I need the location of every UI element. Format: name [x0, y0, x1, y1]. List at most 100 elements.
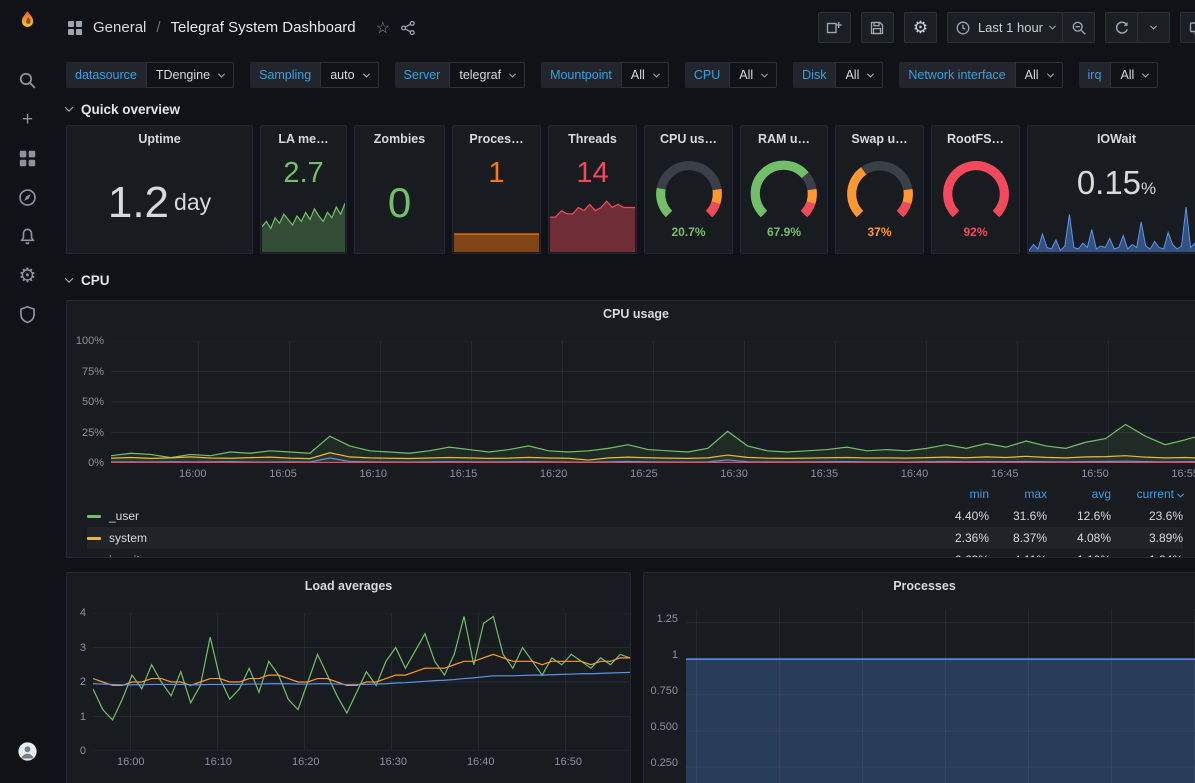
gauge-value: 92% — [932, 225, 1019, 239]
variable-value-dropdown[interactable]: TDengine — [146, 62, 234, 88]
panel-title[interactable]: Uptime — [67, 126, 252, 152]
bell-icon — [18, 227, 37, 246]
panel-title[interactable]: CPU usage — [67, 301, 1195, 327]
legend-header-row: min max avg current — [87, 483, 1183, 505]
variable-value-dropdown[interactable]: All — [621, 62, 669, 88]
variable-label: irq — [1079, 62, 1111, 88]
dashboards-grid-icon — [18, 149, 37, 168]
processes-chart[interactable] — [686, 609, 1195, 783]
variable-label: Mountpoint — [541, 62, 621, 88]
legend-sort-avg[interactable]: avg — [1047, 487, 1111, 501]
series-toggle[interactable]: system — [87, 531, 931, 545]
gear-icon: ⚙ — [913, 19, 928, 36]
legend-sort-current[interactable]: current — [1111, 487, 1183, 501]
variable-value-dropdown[interactable]: All — [1015, 62, 1063, 88]
section-cpu[interactable]: CPU — [66, 268, 1195, 292]
chevron-down-icon — [1142, 70, 1149, 77]
cpu-x-axis: 16:0016:05 16:1016:15 16:2016:25 16:3016… — [179, 468, 1195, 480]
variable-datasource: datasource TDengine — [66, 62, 234, 88]
gauge-value: 67.9% — [741, 225, 827, 239]
variable-value-dropdown[interactable]: telegraf — [449, 62, 525, 88]
panel-title[interactable]: Zombies — [355, 126, 444, 152]
section-quick-overview[interactable]: Quick overview — [66, 97, 1195, 121]
load-y-axis: 43 21 0 — [67, 607, 93, 757]
star-favorite-icon[interactable]: ☆ — [376, 18, 390, 38]
refresh-button[interactable] — [1105, 12, 1138, 43]
threads-sparkline — [550, 198, 635, 252]
sidebar-item-search[interactable] — [0, 61, 55, 100]
chevron-down-icon — [867, 70, 874, 77]
panel-processes: Processes 1.251 0.7500.500 0.250 — [643, 572, 1195, 783]
save-dashboard-button[interactable] — [861, 12, 894, 43]
gauge-value: 37% — [836, 225, 923, 239]
panel-title[interactable]: CPU us… — [645, 126, 732, 152]
chevron-down-icon — [362, 70, 369, 77]
add-panel-button[interactable] — [818, 12, 851, 43]
legend-sort-min[interactable]: min — [931, 487, 989, 501]
save-icon — [869, 20, 885, 36]
variable-value-dropdown[interactable]: All — [835, 62, 883, 88]
sidebar-item-explore[interactable] — [0, 178, 55, 217]
top-navbar: General / Telegraf System Dashboard ☆ — [55, 0, 1195, 55]
panel-la-medium: LA me… 2.7 — [260, 125, 347, 254]
shield-icon — [18, 305, 37, 324]
time-range-picker[interactable]: Last 1 hour — [947, 12, 1063, 43]
user-avatar[interactable] — [0, 732, 55, 771]
panel-iowait: IOWait 0.15% — [1027, 125, 1195, 254]
dashboard-settings-button[interactable]: ⚙ — [904, 12, 937, 43]
variable-value-dropdown[interactable]: All — [729, 62, 777, 88]
breadcrumb: General / Telegraf System Dashboard ☆ — [67, 18, 416, 38]
sidebar-item-alerting[interactable] — [0, 217, 55, 256]
processes-sparkline — [454, 216, 539, 252]
series-toggle[interactable]: _user — [87, 509, 931, 523]
variable-value: telegraf — [459, 68, 501, 82]
variable-value: All — [845, 68, 859, 82]
panel-title[interactable]: IOWait — [1028, 126, 1195, 152]
sidebar: + ⚙ — [0, 0, 55, 783]
grafana-logo[interactable] — [0, 0, 55, 39]
zoom-out-time-button[interactable] — [1062, 12, 1095, 43]
stat-value: 0.15% — [1028, 164, 1195, 202]
panel-title[interactable]: Processes — [644, 573, 1195, 599]
plus-icon: + — [22, 110, 33, 129]
monitor-icon — [1189, 20, 1195, 36]
load-averages-chart[interactable] — [93, 613, 630, 751]
series-color-swatch — [87, 537, 101, 540]
breadcrumb-folder[interactable]: General — [93, 19, 146, 36]
panel-title[interactable]: Threads — [549, 126, 636, 152]
la-sparkline — [262, 198, 345, 252]
panel-title[interactable]: Proces… — [453, 126, 540, 152]
variable-value-dropdown[interactable]: All — [1110, 62, 1158, 88]
sidebar-item-configuration[interactable]: ⚙ — [0, 256, 55, 295]
panel-threads: Threads 14 — [548, 125, 637, 254]
chevron-down-icon — [1049, 23, 1056, 30]
dashboard-title[interactable]: Telegraf System Dashboard — [171, 19, 356, 36]
panel-title[interactable]: LA me… — [261, 126, 346, 152]
stat-value: 14 — [549, 157, 636, 190]
panel-processes-stat: Proces… 1 — [452, 125, 541, 254]
stat-value: 0 — [355, 152, 444, 253]
sidebar-item-server-admin[interactable] — [0, 295, 55, 334]
stat-value: 1.2 day — [67, 152, 252, 253]
panel-title[interactable]: RootFS… — [932, 126, 1019, 152]
legend-sort-max[interactable]: max — [989, 487, 1047, 501]
cpu-usage-chart[interactable] — [111, 341, 1195, 463]
variable-value-dropdown[interactable]: auto — [320, 62, 378, 88]
series-toggle[interactable]: iowait — [87, 553, 931, 558]
panel-title[interactable]: Swap u… — [836, 126, 923, 152]
variable-label: CPU — [685, 62, 729, 88]
sidebar-item-create[interactable]: + — [0, 100, 55, 139]
refresh-interval-dropdown[interactable] — [1137, 12, 1170, 43]
variable-irq: irq All — [1079, 62, 1159, 88]
cycle-view-mode-button[interactable] — [1180, 12, 1195, 43]
cpu-legend: min max avg current _user 4.40% 31.6% — [67, 480, 1195, 558]
sidebar-item-dashboards[interactable] — [0, 139, 55, 178]
share-icon[interactable] — [400, 20, 416, 36]
panel-title[interactable]: Load averages — [67, 573, 630, 599]
dashboard-canvas: Quick overview Uptime 1.2 day — [55, 95, 1195, 783]
panel-title[interactable]: RAM u… — [741, 126, 827, 152]
variable-value: All — [1025, 68, 1039, 82]
template-variables-bar: datasource TDengine Sampling auto Server… — [55, 55, 1195, 95]
add-panel-icon — [826, 20, 842, 36]
variable-network-interface: Network interface All — [899, 62, 1062, 88]
